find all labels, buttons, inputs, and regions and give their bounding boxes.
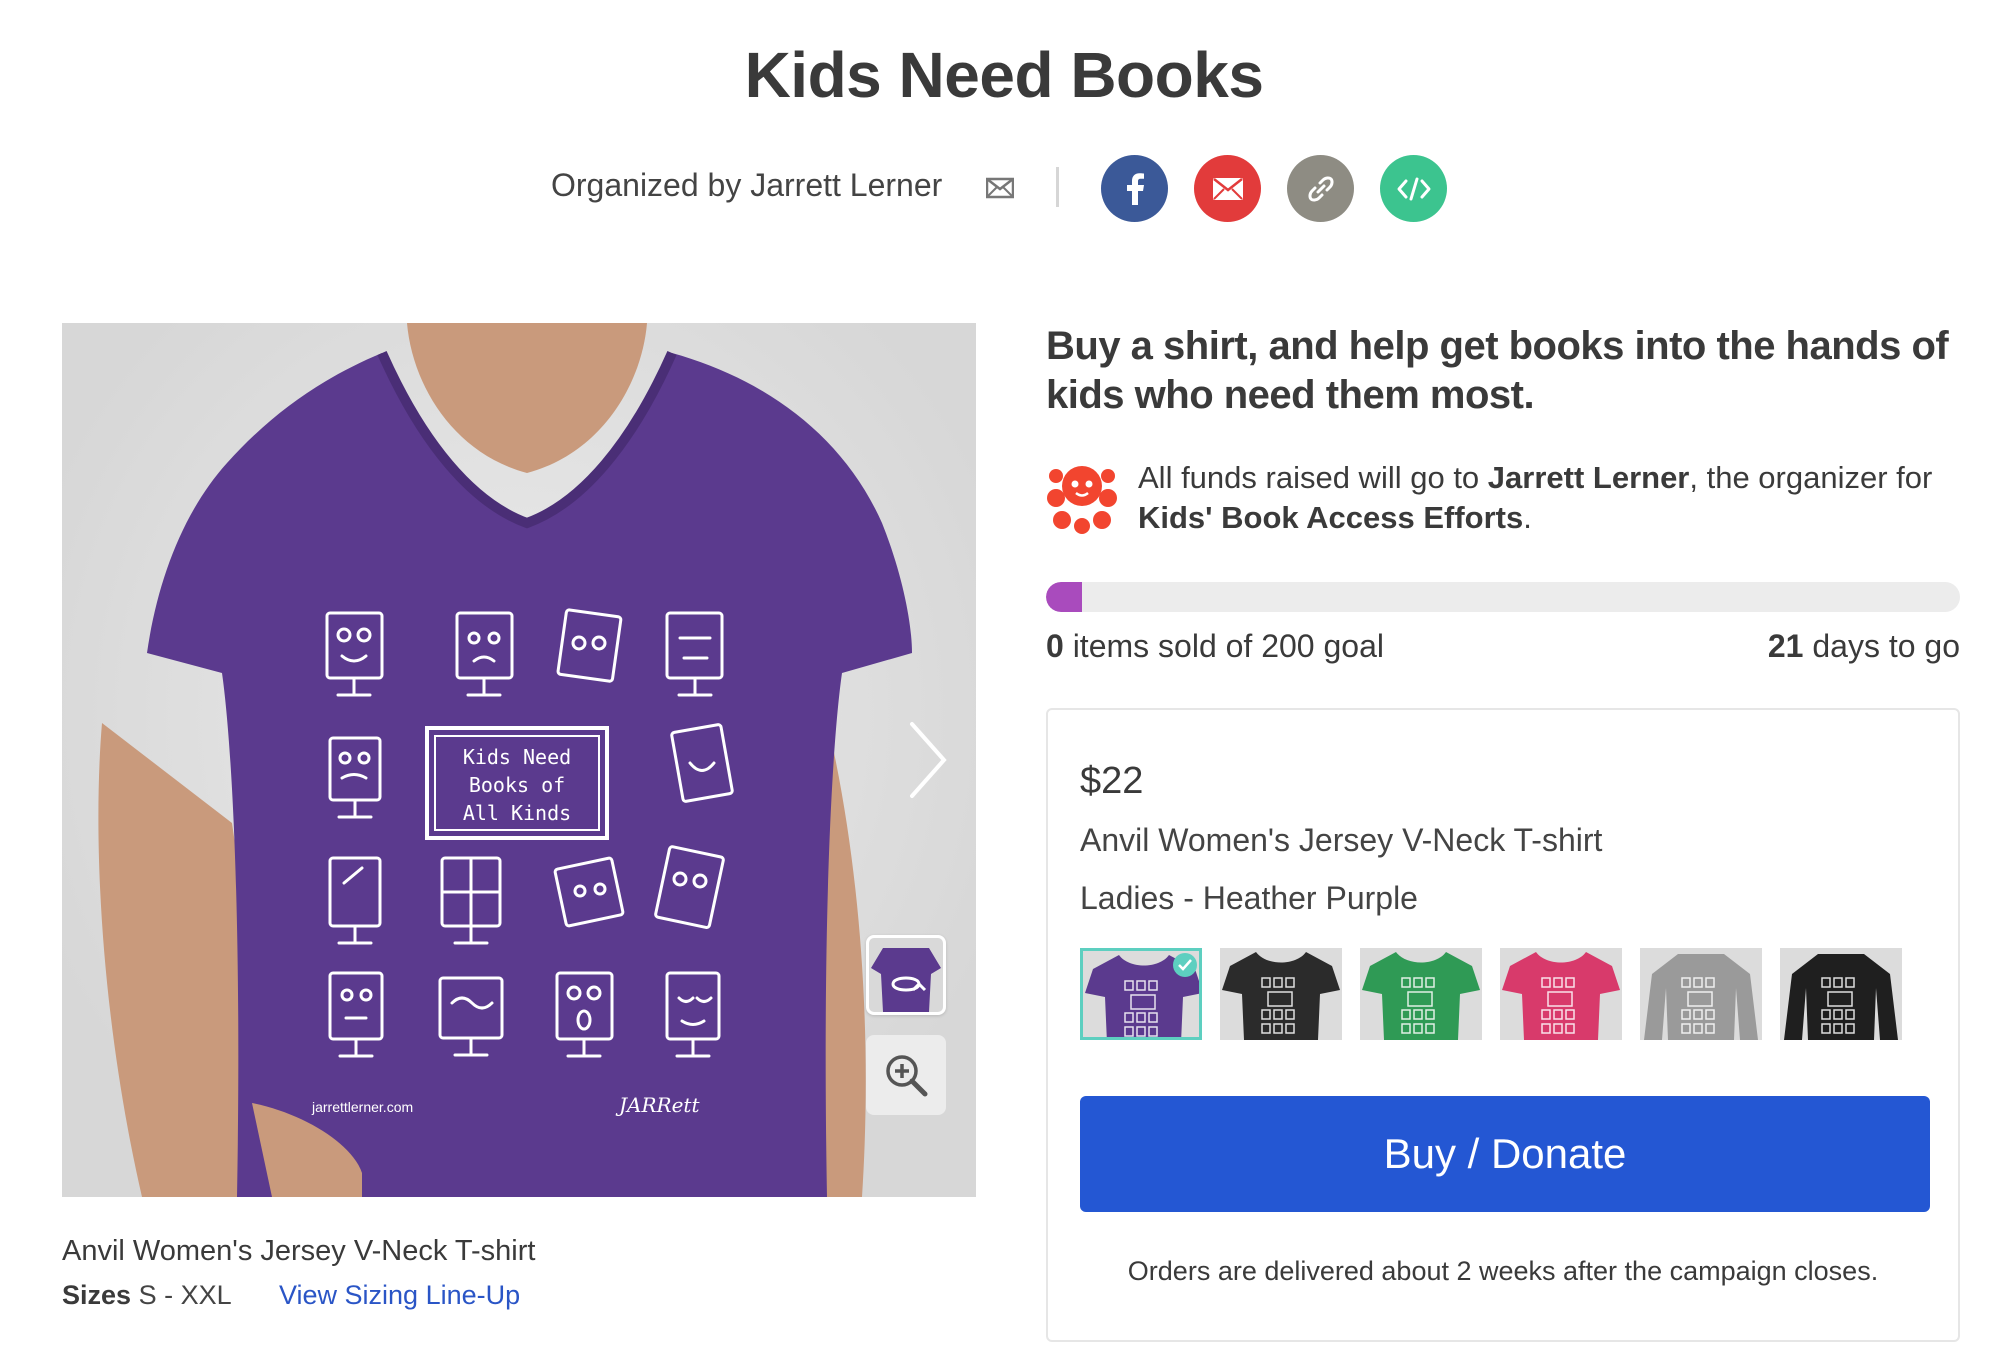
- items-sold-count: 0: [1046, 628, 1064, 664]
- buy-donate-button[interactable]: Buy / Donate: [1080, 1096, 1930, 1212]
- octopus-logo-icon: [1046, 458, 1118, 534]
- campaign-headline: Buy a shirt, and help get books into the…: [1046, 324, 1949, 417]
- back-view-thumbnail[interactable]: [866, 935, 946, 1015]
- product-image[interactable]: Kids Need Books of All Kinds jarrettlern…: [62, 323, 976, 1197]
- funds-prefix: All funds raised will go to: [1138, 460, 1488, 495]
- shirt-signature-text: JARRett: [619, 1093, 700, 1117]
- sales-progress-bar: [1046, 582, 1960, 612]
- swatch-green-vneck[interactable]: [1360, 948, 1482, 1040]
- swatch-black-longsleeve[interactable]: [1780, 948, 1902, 1040]
- swatch-shirt-thumbnail: [1640, 948, 1762, 1040]
- funds-suffix: .: [1523, 500, 1532, 535]
- product-sizes: Sizes S - XXL: [62, 1280, 232, 1311]
- shirt-print-text: Kids Need Books of All Kinds: [462, 745, 572, 825]
- items-sold-suffix: items sold of 200 goal: [1063, 628, 1384, 664]
- swatch-shirt-thumbnail: [1360, 948, 1482, 1040]
- organizer-label: Organized by Jarrett Lerner: [551, 167, 943, 203]
- email-share-button[interactable]: [1194, 155, 1261, 222]
- sizes-value: S - XXL: [138, 1280, 232, 1310]
- swatch-gray-longsleeve[interactable]: [1640, 948, 1762, 1040]
- shirt-website-text: jarrettlerner.com: [312, 1099, 414, 1115]
- swatch-black-vneck[interactable]: [1220, 948, 1342, 1040]
- swatch-heather-purple-vneck[interactable]: [1080, 948, 1202, 1040]
- days-remaining-text: 21 days to go: [1768, 628, 1960, 665]
- selected-check-icon: [1173, 953, 1197, 977]
- funds-middle: , the organizer for: [1689, 460, 1933, 495]
- product-caption-name: Anvil Women's Jersey V-Neck T-shirt: [62, 1235, 536, 1267]
- funds-recipient: Jarrett Lerner: [1487, 460, 1690, 495]
- funds-statement: All funds raised will go to Jarrett Lern…: [1138, 458, 1968, 538]
- code-embed-icon: [1397, 177, 1430, 200]
- contact-organizer-mail-icon[interactable]: [985, 177, 1015, 199]
- days-suffix: days to go: [1803, 628, 1960, 664]
- funds-cause: Kids' Book Access Efforts: [1138, 500, 1524, 535]
- embed-share-button[interactable]: [1380, 155, 1447, 222]
- delivery-note: Orders are delivered about 2 weeks after…: [1127, 1256, 1879, 1286]
- items-sold-text: 0 items sold of 200 goal: [1046, 628, 1384, 665]
- purchase-card: $22 Anvil Women's Jersey V-Neck T-shirt …: [1046, 708, 1960, 1342]
- facebook-share-button[interactable]: [1101, 155, 1168, 222]
- swatch-shirt-thumbnail: [1780, 948, 1902, 1040]
- copy-link-share-button[interactable]: [1287, 155, 1354, 222]
- swatch-shirt-thumbnail: [1220, 948, 1342, 1040]
- row-divider: [1056, 167, 1059, 207]
- swatch-shirt-thumbnail: [1500, 948, 1622, 1040]
- swatch-pink-vneck[interactable]: [1500, 948, 1622, 1040]
- price: $22: [1080, 760, 1144, 802]
- view-sizing-link[interactable]: View Sizing Line-Up: [279, 1280, 520, 1311]
- organizer-row: Organized by Jarrett Lerner: [0, 155, 2008, 225]
- card-product-name: Anvil Women's Jersey V-Neck T-shirt: [1080, 822, 1603, 858]
- zoom-button[interactable]: [866, 1035, 946, 1115]
- card-color-name: Ladies - Heather Purple: [1080, 880, 1418, 916]
- sales-progress-fill: [1046, 582, 1082, 612]
- sizes-label: Sizes: [62, 1280, 132, 1310]
- days-count: 21: [1767, 628, 1804, 664]
- link-icon: [1307, 175, 1334, 202]
- mail-icon: [1212, 177, 1243, 200]
- facebook-icon: [1126, 172, 1144, 205]
- product-swatches: [1080, 948, 1920, 1040]
- page-title: Kids Need Books: [744, 39, 1264, 111]
- zoom-in-icon: [886, 1055, 928, 1097]
- next-image-chevron-icon[interactable]: [908, 720, 948, 800]
